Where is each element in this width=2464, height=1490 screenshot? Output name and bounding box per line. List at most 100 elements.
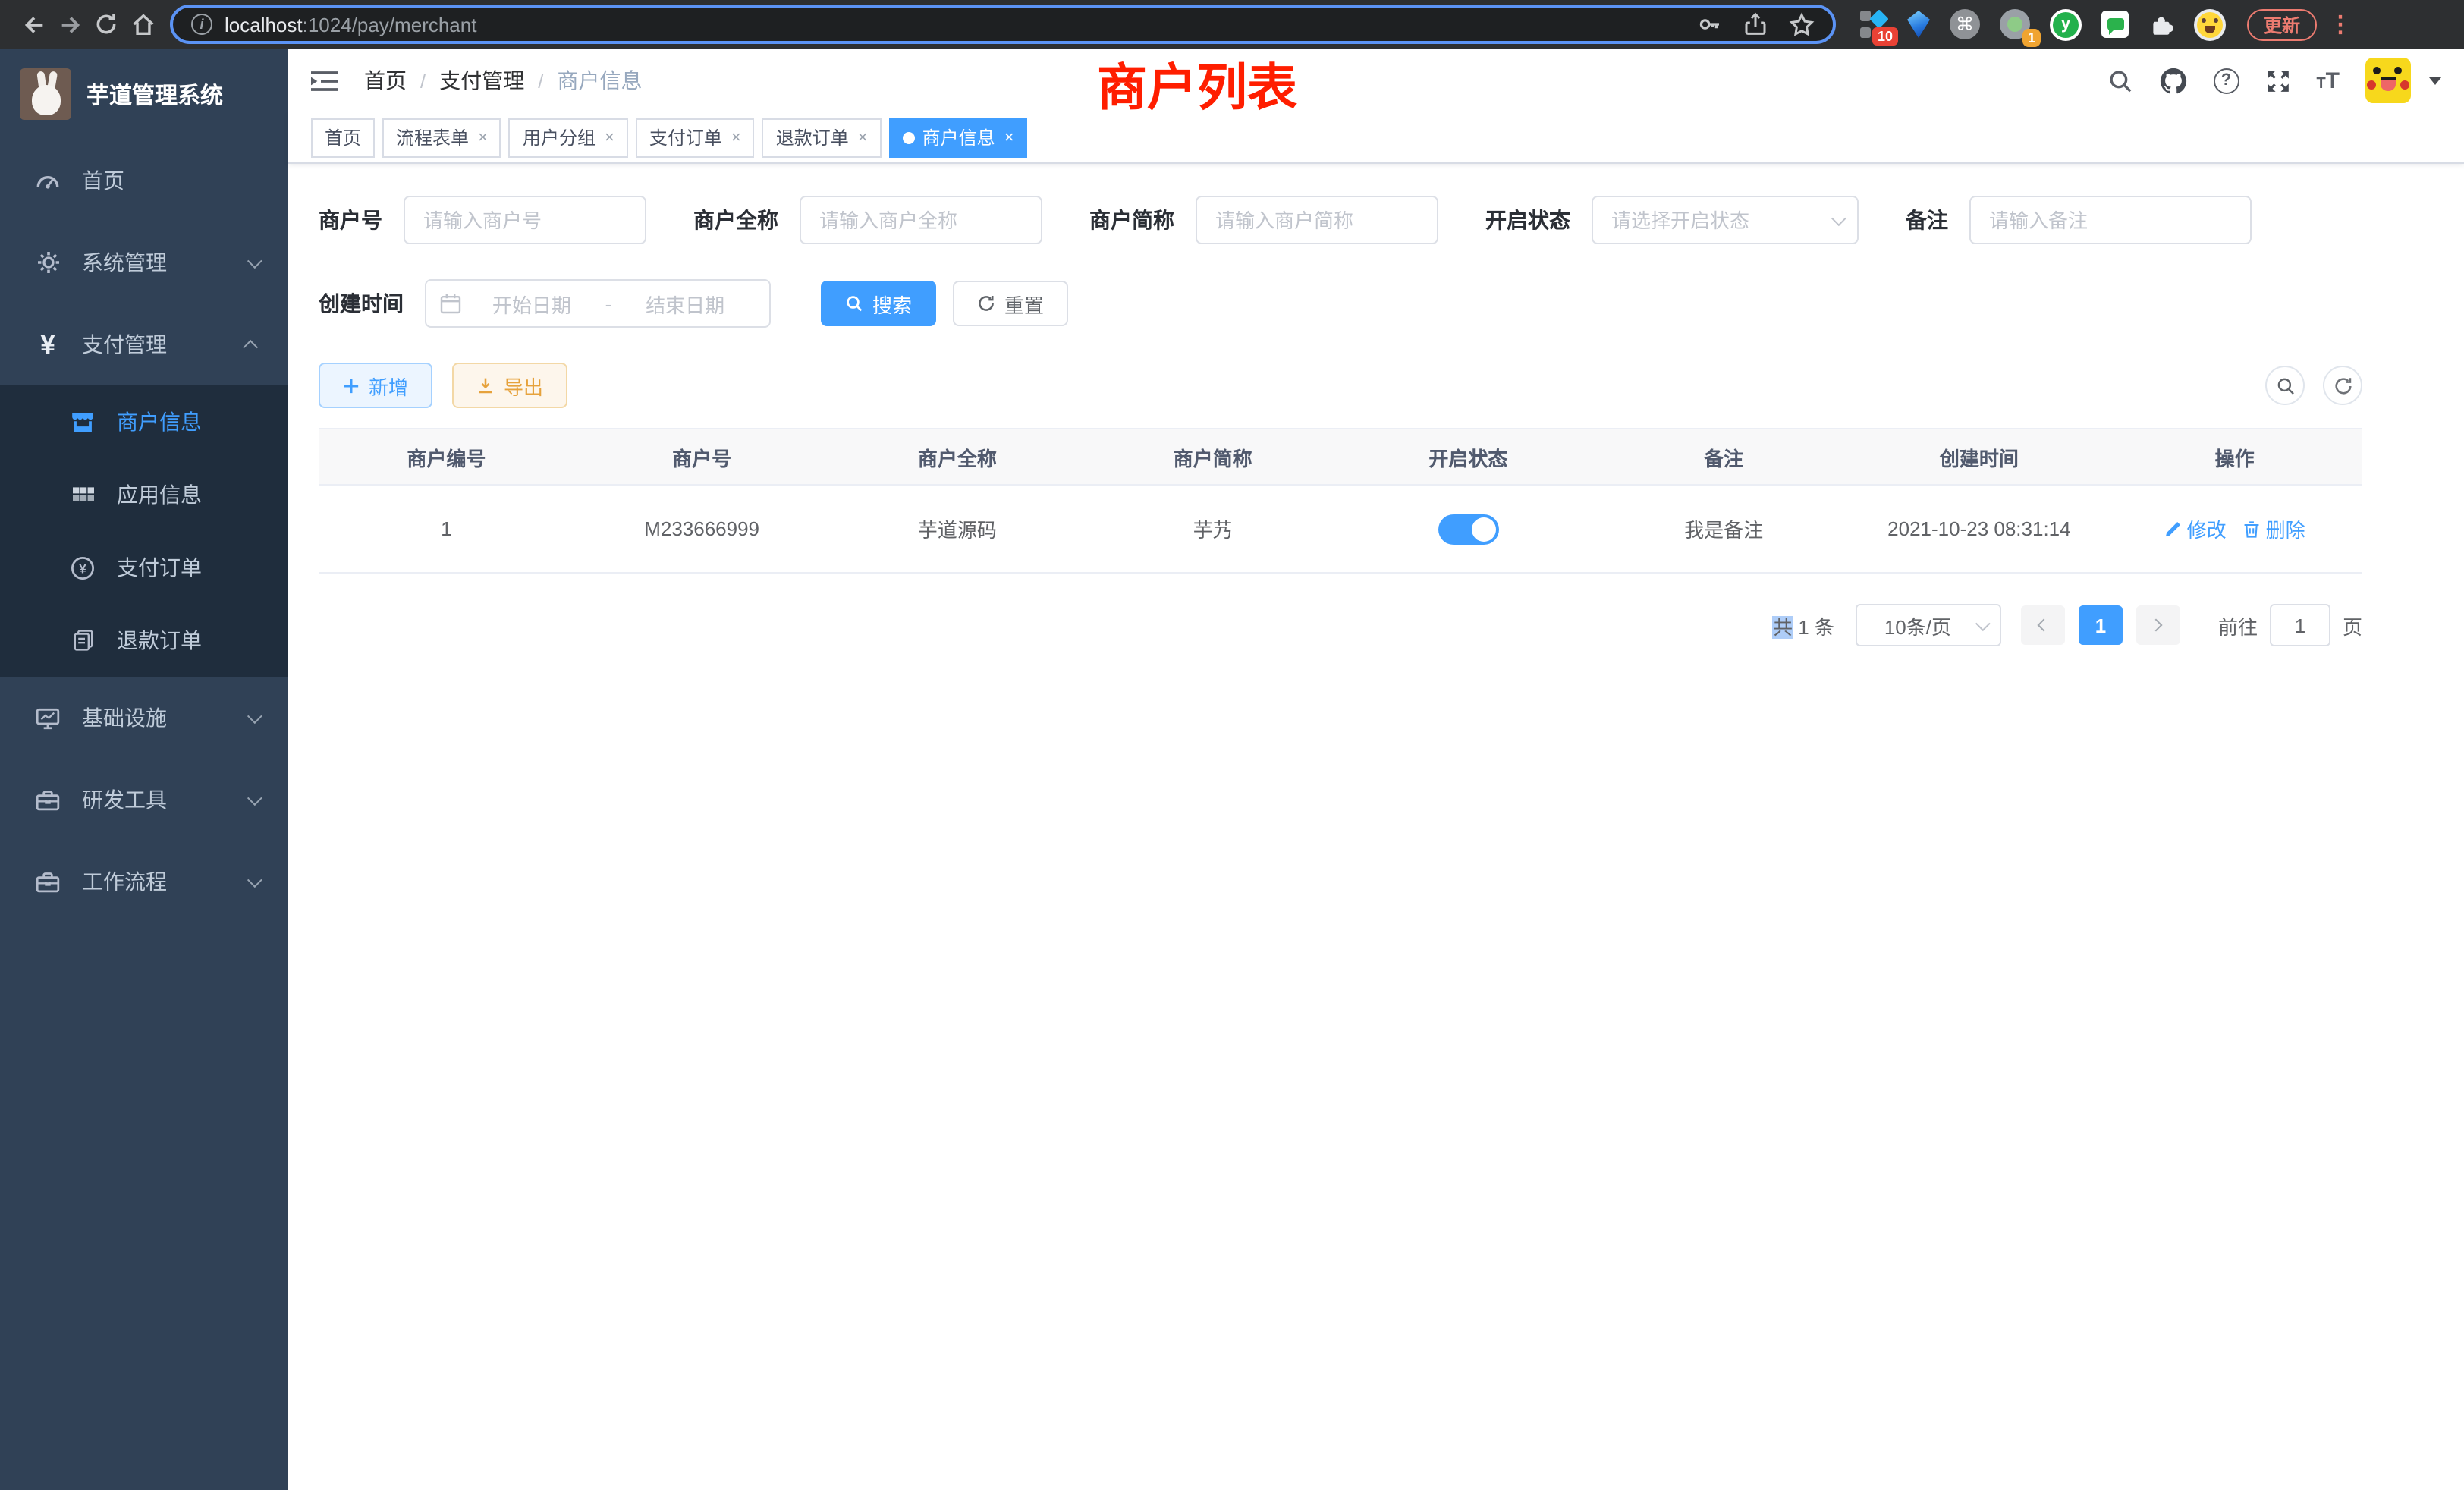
- filter-merchant-no: 商户号: [319, 196, 646, 244]
- toolbox-icon: [33, 787, 62, 813]
- sidebar-item-infra[interactable]: 基础设施: [0, 677, 288, 759]
- browser-reload-button[interactable]: [88, 6, 124, 42]
- delete-link[interactable]: 删除: [2243, 514, 2305, 543]
- short-name-input[interactable]: [1196, 196, 1438, 244]
- app-frame: 芋道管理系统 首页 系统管理 ¥ 支付管理: [0, 49, 2464, 1490]
- sidebar-item-home[interactable]: 首页: [0, 140, 288, 222]
- column-header: 商户简称: [1085, 442, 1340, 471]
- cell-short-name: 芋艿: [1085, 514, 1340, 543]
- refresh-table-button[interactable]: [2323, 366, 2362, 405]
- avatar-caret-icon[interactable]: [2429, 77, 2441, 84]
- trash-icon: [2243, 520, 2261, 538]
- page-size-select[interactable]: 10条/页: [1856, 604, 2001, 646]
- tab-process-form[interactable]: 流程表单×: [382, 118, 501, 157]
- font-size-icon[interactable]: TT: [2316, 69, 2340, 92]
- share-icon[interactable]: [1743, 12, 1768, 36]
- status-toggle[interactable]: [1438, 514, 1498, 544]
- extension-chat-icon[interactable]: [2101, 11, 2129, 38]
- field-label: 商户简称: [1089, 205, 1174, 235]
- filter-row-2: 创建时间 开始日期 - 结束日期 搜索 重置: [319, 279, 2464, 328]
- browser-home-button[interactable]: [124, 6, 161, 42]
- sidebar-item-merchant-info[interactable]: 商户信息: [0, 385, 288, 458]
- sidebar-item-workflow[interactable]: 工作流程: [0, 841, 288, 923]
- end-date-placeholder[interactable]: 结束日期: [614, 289, 756, 318]
- page-annotation: 商户列表: [1097, 47, 1297, 120]
- reset-button[interactable]: 重置: [953, 281, 1068, 326]
- extension-pieces-icon[interactable]: 10: [1860, 11, 1887, 38]
- user-avatar[interactable]: [2365, 58, 2411, 103]
- breadcrumb-payment[interactable]: 支付管理: [439, 65, 524, 96]
- search-button[interactable]: 搜索: [821, 281, 936, 326]
- status-select[interactable]: [1592, 196, 1859, 244]
- profile-emoji-icon[interactable]: [2194, 8, 2226, 40]
- payment-submenu: 商户信息 应用信息 ¥ 支付订单: [0, 385, 288, 677]
- page-number-1[interactable]: 1: [2079, 605, 2123, 645]
- add-button[interactable]: 新增: [319, 363, 432, 408]
- sidebar-item-payment[interactable]: ¥ 支付管理: [0, 303, 288, 385]
- sidebar-item-refund-order[interactable]: 退款订单: [0, 604, 288, 677]
- chevron-right-icon: [2150, 619, 2163, 632]
- sidebar-item-label: 商户信息: [117, 407, 202, 437]
- fullscreen-icon[interactable]: [2264, 68, 2290, 93]
- password-key-icon[interactable]: [1698, 12, 1722, 36]
- header-search-icon[interactable]: [2107, 68, 2132, 93]
- tab-user-group[interactable]: 用户分组×: [509, 118, 628, 157]
- tab-merchant-info[interactable]: 商户信息×: [889, 118, 1028, 157]
- merchant-no-input[interactable]: [404, 196, 646, 244]
- breadcrumb-separator: /: [538, 69, 543, 92]
- github-icon[interactable]: [2158, 66, 2187, 95]
- close-icon[interactable]: ×: [1004, 128, 1014, 146]
- back-icon: [20, 11, 46, 37]
- breadcrumb-home[interactable]: 首页: [364, 65, 407, 96]
- field-label: 商户全称: [693, 205, 778, 235]
- close-icon[interactable]: ×: [478, 128, 488, 146]
- monitor-icon: [33, 705, 62, 731]
- tab-refund-order[interactable]: 退款订单×: [762, 118, 882, 157]
- plus-icon: [343, 377, 360, 394]
- next-page-button[interactable]: [2136, 605, 2180, 645]
- full-name-input[interactable]: [800, 196, 1042, 244]
- extension-y-icon[interactable]: y: [2050, 8, 2082, 40]
- prev-page-button[interactable]: [2021, 605, 2065, 645]
- browser-back-button[interactable]: [15, 6, 52, 42]
- url-bar[interactable]: i localhost:1024/pay/merchant: [170, 5, 1836, 44]
- tab-pay-order[interactable]: 支付订单×: [636, 118, 755, 157]
- close-icon[interactable]: ×: [605, 128, 614, 146]
- chevron-left-icon: [2038, 619, 2051, 632]
- edit-link[interactable]: 修改: [2164, 514, 2227, 543]
- sidebar-item-label: 系统管理: [82, 247, 167, 278]
- shop-icon: [68, 409, 97, 435]
- show-search-button[interactable]: [2265, 366, 2305, 405]
- chrome-menu-icon[interactable]: ⋮: [2329, 11, 2352, 38]
- extension-recorder-icon[interactable]: 1: [2000, 9, 2030, 39]
- close-icon[interactable]: ×: [731, 128, 741, 146]
- document-icon: [68, 628, 97, 652]
- main-area: 首页 / 支付管理 / 商户信息 商户列表 ?: [288, 49, 2464, 1490]
- chrome-update-button[interactable]: 更新: [2247, 8, 2317, 40]
- sidebar-item-pay-order[interactable]: ¥ 支付订单: [0, 531, 288, 604]
- bookmark-star-icon[interactable]: [1789, 11, 1815, 37]
- sidebar-item-devtools[interactable]: 研发工具: [0, 759, 288, 841]
- sidebar-logo-row[interactable]: 芋道管理系统: [0, 49, 288, 140]
- help-icon[interactable]: ?: [2213, 68, 2239, 93]
- extension-command-icon[interactable]: ⌘: [1950, 9, 1980, 39]
- app-logo: [20, 68, 71, 120]
- start-date-placeholder[interactable]: 开始日期: [461, 289, 602, 318]
- sidebar-item-app-info[interactable]: 应用信息: [0, 458, 288, 531]
- table-tools: [2265, 366, 2362, 405]
- extension-gem-icon[interactable]: [1907, 11, 1930, 38]
- site-info-icon[interactable]: i: [191, 14, 212, 35]
- sidebar-item-system[interactable]: 系统管理: [0, 222, 288, 303]
- close-icon[interactable]: ×: [858, 128, 868, 146]
- filter-create-time: 创建时间 开始日期 - 结束日期: [319, 279, 771, 328]
- remark-input[interactable]: [1969, 196, 2252, 244]
- goto-page-input[interactable]: [2270, 604, 2330, 646]
- tab-home[interactable]: 首页: [311, 118, 375, 157]
- filter-full-name: 商户全称: [693, 196, 1042, 244]
- date-range-picker[interactable]: 开始日期 - 结束日期: [425, 279, 771, 328]
- export-button[interactable]: 导出: [452, 363, 567, 408]
- extensions-puzzle-icon[interactable]: [2148, 11, 2174, 37]
- browser-forward-button[interactable]: [52, 6, 88, 42]
- calendar-icon: [440, 293, 461, 314]
- sidebar-toggle-button[interactable]: [311, 69, 338, 92]
